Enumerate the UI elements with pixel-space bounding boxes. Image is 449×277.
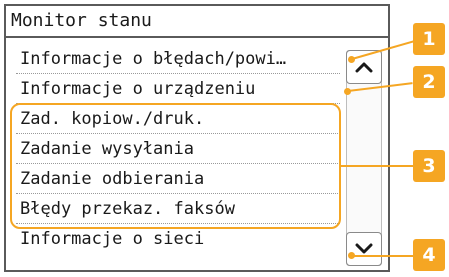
status-monitor-screen: Monitor stanu Informacje o błędach/powi……	[4, 4, 390, 272]
scroll-down-button[interactable]	[346, 232, 382, 266]
list-item-fax-forwarding-errors[interactable]: Błędy przekaz. faksów	[12, 194, 342, 224]
callout-2-badge: 2	[413, 66, 445, 98]
callout-3-leader	[341, 165, 413, 167]
chevron-up-icon	[355, 62, 373, 73]
list-item-copy-print-jobs[interactable]: Zad. kopiow./druk.	[12, 104, 342, 134]
scrollbar[interactable]	[346, 50, 382, 266]
chevron-down-icon	[355, 243, 373, 254]
page-title: Monitor stanu	[6, 6, 388, 38]
list-item-network-info[interactable]: Informacje o sieci	[12, 224, 342, 254]
list-item-send-job[interactable]: Zadanie wysyłania	[12, 134, 342, 164]
list-item-receive-job[interactable]: Zadanie odbierania	[12, 164, 342, 194]
callout-4-badge: 4	[413, 239, 445, 271]
menu-list: Informacje o błędach/powi… Informacje o …	[12, 44, 342, 254]
callout-3-badge: 3	[413, 150, 445, 182]
list-item-device-info[interactable]: Informacje o urządzeniu	[12, 74, 342, 104]
callout-1-badge: 1	[413, 23, 445, 55]
callout-4-leader	[352, 255, 413, 257]
list-item-error-info[interactable]: Informacje o błędach/powi…	[12, 44, 342, 74]
